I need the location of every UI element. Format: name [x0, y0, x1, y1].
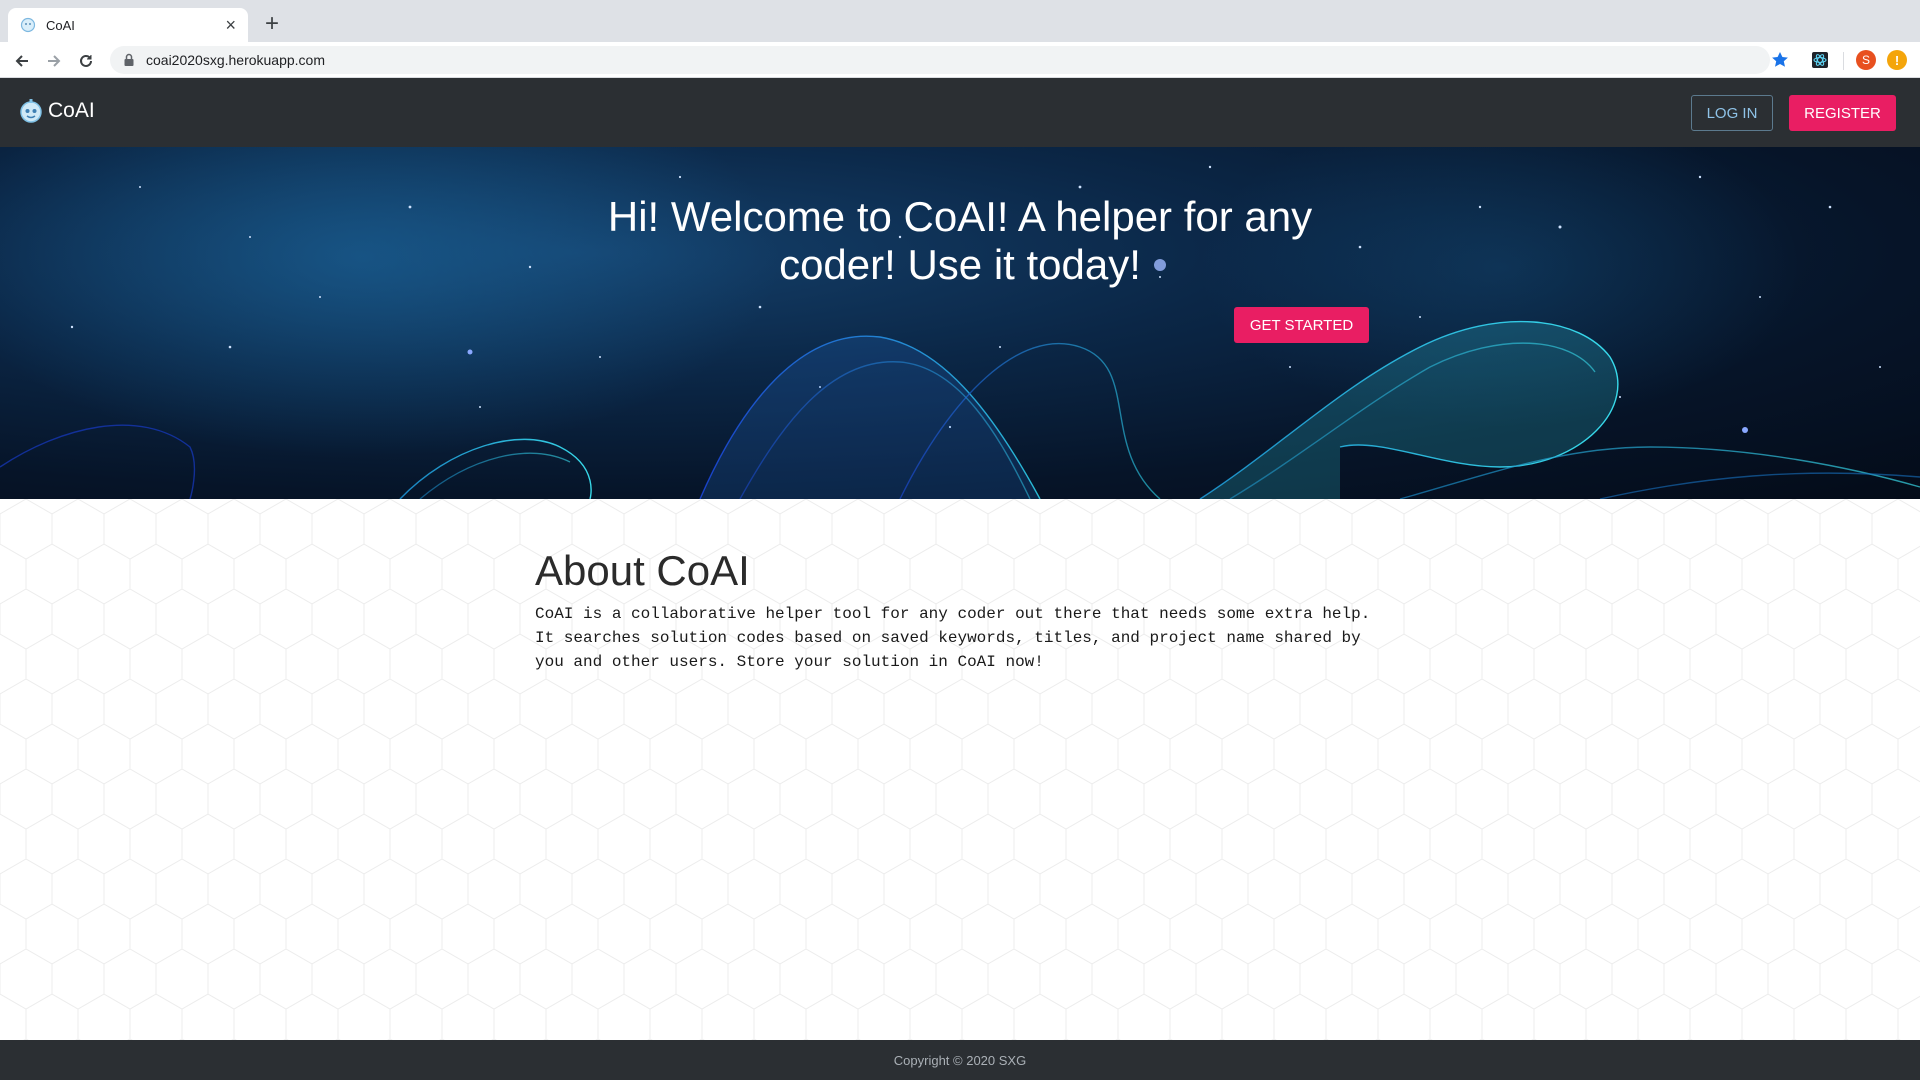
- register-button[interactable]: REGISTER: [1789, 95, 1896, 131]
- get-started-button[interactable]: GET STARTED: [1234, 307, 1369, 343]
- site-navbar: CoAI LOG IN REGISTER: [0, 78, 1920, 147]
- copyright-text: Copyright © 2020 SXG: [893, 1052, 1027, 1068]
- update-alert-icon[interactable]: !: [1887, 50, 1907, 70]
- extension-icon[interactable]: [1810, 50, 1830, 70]
- bookmark-star-icon[interactable]: [1770, 50, 1790, 70]
- about-description: CoAI is a collaborative helper tool for …: [535, 605, 1371, 671]
- site-footer: Copyright © 2020 SXG: [0, 1040, 1920, 1080]
- about-section: About CoAI CoAI is a collaborative helpe…: [0, 499, 1920, 1040]
- forward-button[interactable]: [42, 49, 66, 73]
- browser-tab-bar: CoAI × +: [0, 0, 1920, 42]
- hero-banner: Hi! Welcome to CoAI! A helper for any co…: [0, 147, 1920, 499]
- coai-logo-icon: [20, 99, 42, 123]
- new-tab-button[interactable]: +: [258, 10, 286, 38]
- hex-pattern-background: [0, 499, 1920, 1040]
- login-button[interactable]: LOG IN: [1691, 95, 1773, 131]
- about-title: About CoAI: [535, 547, 750, 594]
- brand-name: CoAI: [48, 99, 95, 122]
- back-arrow-icon: [15, 55, 28, 67]
- brand-link[interactable]: CoAI: [18, 98, 95, 124]
- lock-icon: [124, 53, 134, 66]
- forward-arrow-icon: [48, 55, 61, 67]
- tab-title: CoAI: [46, 17, 75, 33]
- url-bar[interactable]: coai2020sxg.herokuapp.com: [110, 46, 1770, 74]
- profile-avatar[interactable]: S: [1856, 50, 1876, 70]
- browser-tab[interactable]: CoAI ×: [8, 8, 248, 42]
- reload-button[interactable]: [74, 49, 98, 73]
- browser-address-bar: coai2020sxg.herokuapp.com S !: [0, 42, 1920, 78]
- reload-icon: [80, 54, 92, 67]
- close-tab-icon[interactable]: ×: [225, 16, 236, 34]
- hero-title: Hi! Welcome to CoAI! A helper for any co…: [607, 193, 1313, 288]
- coai-favicon-icon: [20, 17, 36, 33]
- url-text: coai2020sxg.herokuapp.com: [146, 52, 326, 68]
- toolbar-separator: [1843, 52, 1844, 70]
- back-button[interactable]: [10, 49, 34, 73]
